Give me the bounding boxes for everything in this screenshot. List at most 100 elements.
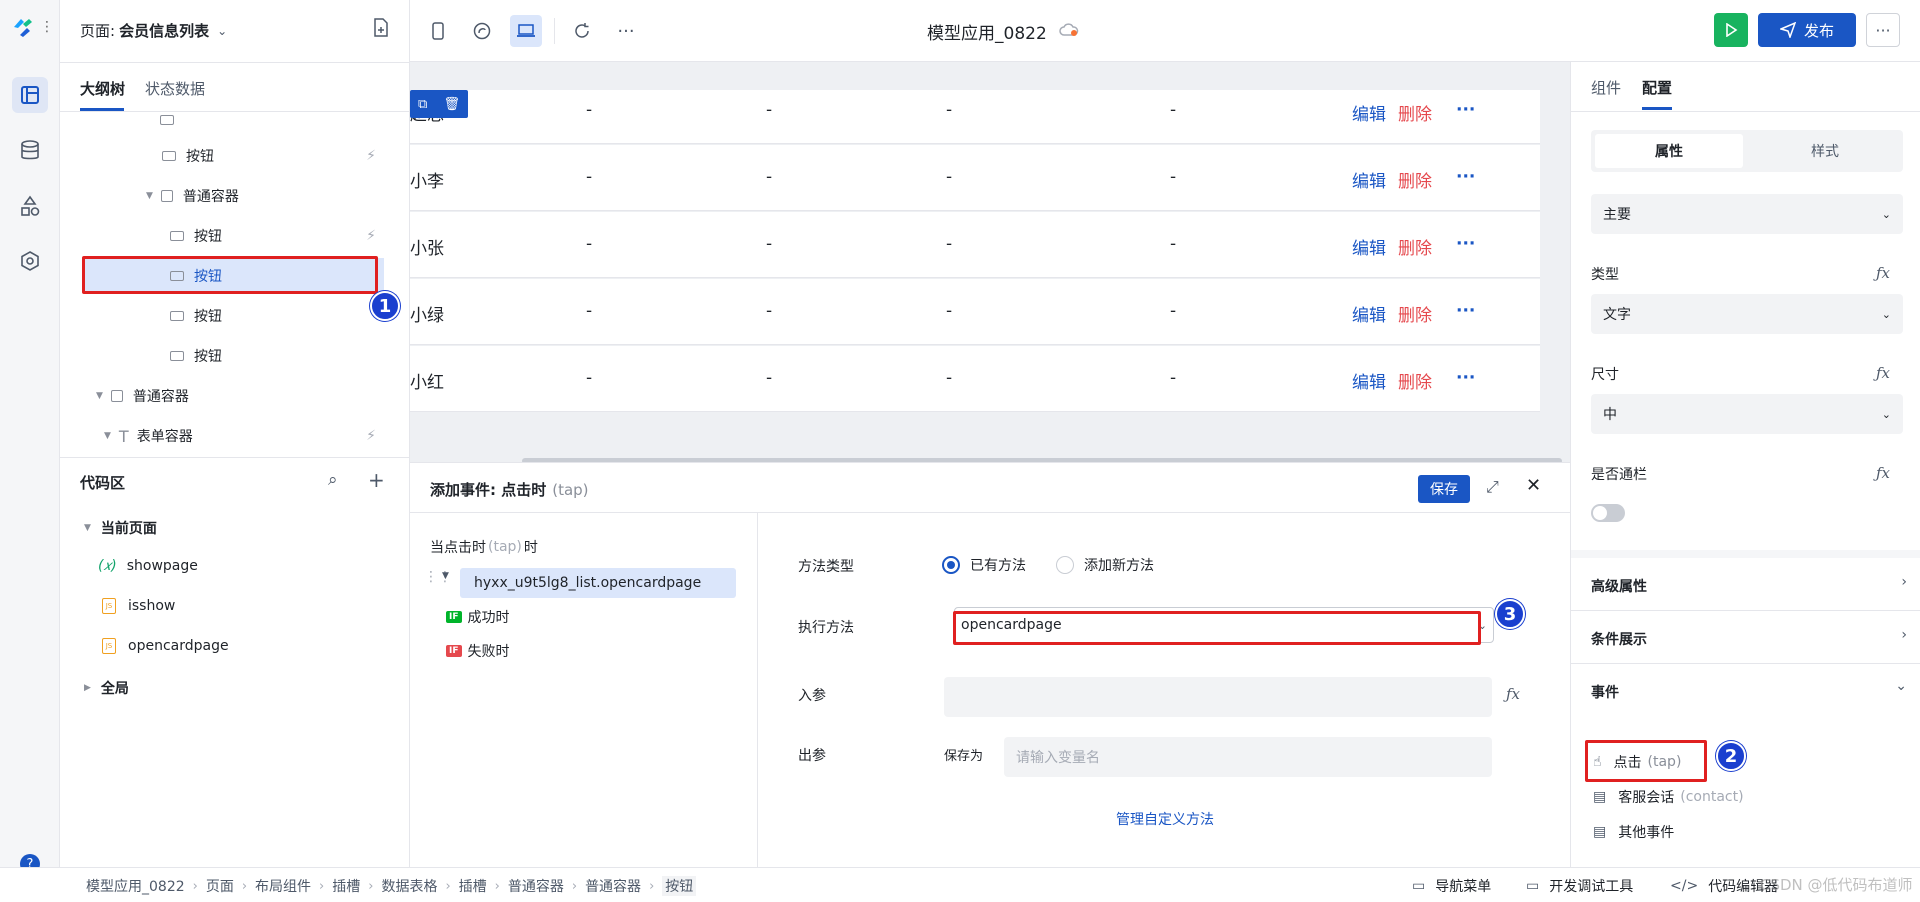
more-horizontal-icon[interactable]: ··· bbox=[610, 15, 642, 47]
search-icon[interactable]: ⌕ bbox=[328, 470, 338, 490]
variable-name-input[interactable]: 请输入变量名 bbox=[1004, 737, 1492, 777]
nav-menu-button[interactable]: ▭ 导航菜单 bbox=[1412, 876, 1491, 896]
expand-icon[interactable]: ⤢ bbox=[1486, 477, 1499, 497]
components-nav-button[interactable] bbox=[20, 195, 40, 221]
advanced-section[interactable]: 高级属性 › bbox=[1571, 558, 1920, 611]
database-nav-button[interactable] bbox=[20, 140, 40, 166]
radio-new[interactable]: 添加新方法 bbox=[1056, 555, 1154, 575]
dev-tools-button[interactable]: ▭ 开发调试工具 bbox=[1526, 876, 1633, 896]
tree-current-page[interactable]: ▼ 当前页面 bbox=[84, 518, 157, 538]
edit-link[interactable]: 编辑 bbox=[1352, 234, 1386, 259]
breadcrumb-item[interactable]: 数据表格 bbox=[381, 876, 437, 896]
size-select[interactable]: 中 ⌄ bbox=[1591, 394, 1903, 434]
add-page-button[interactable] bbox=[372, 18, 390, 42]
fx-icon[interactable]: ƒx bbox=[1876, 264, 1890, 282]
tree-item-partial[interactable] bbox=[160, 112, 410, 138]
tree-item-container[interactable]: ▼ 普通容器 bbox=[146, 178, 410, 214]
table-row: 小张 - - - - 编辑 删除 ··· bbox=[410, 212, 1540, 278]
caret-down-icon[interactable]: ▼ bbox=[442, 571, 449, 581]
events-section[interactable]: 事件 ⌄ bbox=[1571, 664, 1920, 717]
code-item[interactable]: JS opencardpage bbox=[102, 638, 229, 654]
edit-link[interactable]: 编辑 bbox=[1352, 100, 1386, 125]
row-more-button[interactable]: ··· bbox=[1456, 368, 1475, 388]
tree-item-button[interactable]: 按钮 ⚡ bbox=[162, 138, 410, 174]
cell-value: - bbox=[946, 301, 953, 321]
tree-item-form-container[interactable]: ▼ T 表单容器 ⚡ bbox=[104, 418, 410, 454]
breadcrumb-item[interactable]: 页面 bbox=[206, 876, 234, 896]
delete-link[interactable]: 删除 bbox=[1398, 100, 1432, 125]
event-bolt-icon: ⚡ bbox=[366, 428, 376, 444]
seg-styles[interactable]: 样式 bbox=[1751, 134, 1899, 168]
tree-item-button[interactable]: 按钮 ⚡ bbox=[170, 218, 410, 254]
tab-components[interactable]: 组件 bbox=[1591, 77, 1621, 98]
miniprogram-view-button[interactable] bbox=[466, 15, 498, 47]
add-icon[interactable]: + bbox=[368, 468, 385, 492]
radio-existing[interactable]: 已有方法 bbox=[942, 555, 1026, 575]
event-bolt-icon: ⚡ bbox=[366, 228, 376, 244]
fail-branch[interactable]: IF 失败时 bbox=[446, 641, 510, 661]
breadcrumb-item[interactable]: 布局组件 bbox=[255, 876, 311, 896]
settings-nav-button[interactable] bbox=[20, 250, 40, 276]
trash-icon[interactable]: 🗑 bbox=[443, 97, 460, 112]
caret-down-icon: ▼ bbox=[146, 191, 153, 201]
fx-icon[interactable]: ƒx bbox=[1506, 685, 1520, 703]
tab-outline[interactable]: 大纲树 bbox=[80, 78, 125, 99]
save-button[interactable]: 保存 bbox=[1418, 475, 1470, 503]
desktop-view-button[interactable] bbox=[510, 15, 542, 47]
block-toggle[interactable] bbox=[1591, 504, 1625, 522]
breadcrumb-item[interactable]: 插槽 bbox=[459, 876, 487, 896]
code-item[interactable]: (𝑥) showpage bbox=[98, 558, 198, 574]
edit-link[interactable]: 编辑 bbox=[1352, 368, 1386, 393]
row-more-button[interactable]: ··· bbox=[1456, 167, 1475, 187]
input-param-field[interactable] bbox=[944, 677, 1492, 717]
edit-link[interactable]: 编辑 bbox=[1352, 167, 1386, 192]
condition-section[interactable]: 条件展示 › bbox=[1571, 611, 1920, 664]
breadcrumb-item[interactable]: 模型应用_0822 bbox=[86, 876, 185, 896]
cell-value: - bbox=[766, 368, 773, 388]
tab-config[interactable]: 配置 bbox=[1642, 77, 1672, 98]
mobile-view-button[interactable] bbox=[422, 15, 454, 47]
delete-link[interactable]: 删除 bbox=[1398, 301, 1432, 326]
event-flow: 当点击时 (tap) 时 ⋮⋮ ▼ hyxx_u9t5lg8_list.open… bbox=[410, 513, 758, 868]
variant-select[interactable]: 主要 ⌄ bbox=[1591, 194, 1903, 234]
row-more-button[interactable]: ··· bbox=[1456, 100, 1475, 120]
breadcrumb-item[interactable]: 普通容器 bbox=[508, 876, 564, 896]
cell-value: - bbox=[586, 368, 593, 388]
breadcrumb-item[interactable]: 普通容器 bbox=[585, 876, 641, 896]
close-icon[interactable]: ✕ bbox=[1526, 475, 1541, 496]
action-node[interactable]: hyxx_u9t5lg8_list.opencardpage bbox=[460, 568, 736, 598]
code-item[interactable]: JS isshow bbox=[102, 598, 175, 614]
refresh-button[interactable] bbox=[566, 15, 598, 47]
delete-link[interactable]: 删除 bbox=[1398, 167, 1432, 192]
manage-methods-link[interactable]: 管理自定义方法 bbox=[1116, 809, 1214, 829]
data-table: 赵总 - - - - 编辑 删除 ··· 小李 - - - - 编辑 删除 ··… bbox=[410, 90, 1540, 420]
publish-button[interactable]: 发布 bbox=[1758, 13, 1856, 47]
fx-icon[interactable]: ƒx bbox=[1876, 464, 1890, 482]
tab-state-data[interactable]: 状态数据 bbox=[145, 78, 205, 99]
row-more-button[interactable]: ··· bbox=[1456, 234, 1475, 254]
preview-button[interactable] bbox=[1714, 13, 1748, 47]
tree-item-button[interactable]: 按钮 bbox=[170, 338, 410, 374]
annotation-box-3 bbox=[953, 611, 1481, 645]
tree-item-container[interactable]: ▼ 普通容器 bbox=[96, 378, 410, 414]
more-menu-button[interactable]: ··· bbox=[1866, 13, 1900, 47]
event-other[interactable]: ▤ 其他事件 bbox=[1593, 822, 1674, 842]
edit-link[interactable]: 编辑 bbox=[1352, 301, 1386, 326]
app-logo[interactable]: ⋮ bbox=[10, 16, 54, 38]
type-select[interactable]: 文字 ⌄ bbox=[1591, 294, 1903, 334]
copy-icon[interactable]: ⧉ bbox=[418, 97, 427, 112]
delete-link[interactable]: 删除 bbox=[1398, 234, 1432, 259]
delete-link[interactable]: 删除 bbox=[1398, 368, 1432, 393]
page-selector[interactable]: 页面: 会员信息列表 ⌄ bbox=[80, 20, 227, 41]
tree-global[interactable]: ▶ 全局 bbox=[84, 678, 129, 698]
event-contact[interactable]: ▤ 客服会话 (contact) bbox=[1593, 787, 1744, 807]
success-branch[interactable]: IF 成功时 bbox=[446, 607, 510, 627]
fx-icon[interactable]: ƒx bbox=[1876, 364, 1890, 382]
row-more-button[interactable]: ··· bbox=[1456, 301, 1475, 321]
seg-properties[interactable]: 属性 bbox=[1595, 134, 1743, 168]
more-dots-icon[interactable]: ⋮ bbox=[40, 19, 54, 35]
cell-name: 小红 bbox=[410, 373, 444, 393]
outline-nav-button[interactable] bbox=[12, 77, 48, 113]
breadcrumb-item-current[interactable]: 按钮 bbox=[662, 876, 697, 896]
breadcrumb-item[interactable]: 插槽 bbox=[332, 876, 360, 896]
